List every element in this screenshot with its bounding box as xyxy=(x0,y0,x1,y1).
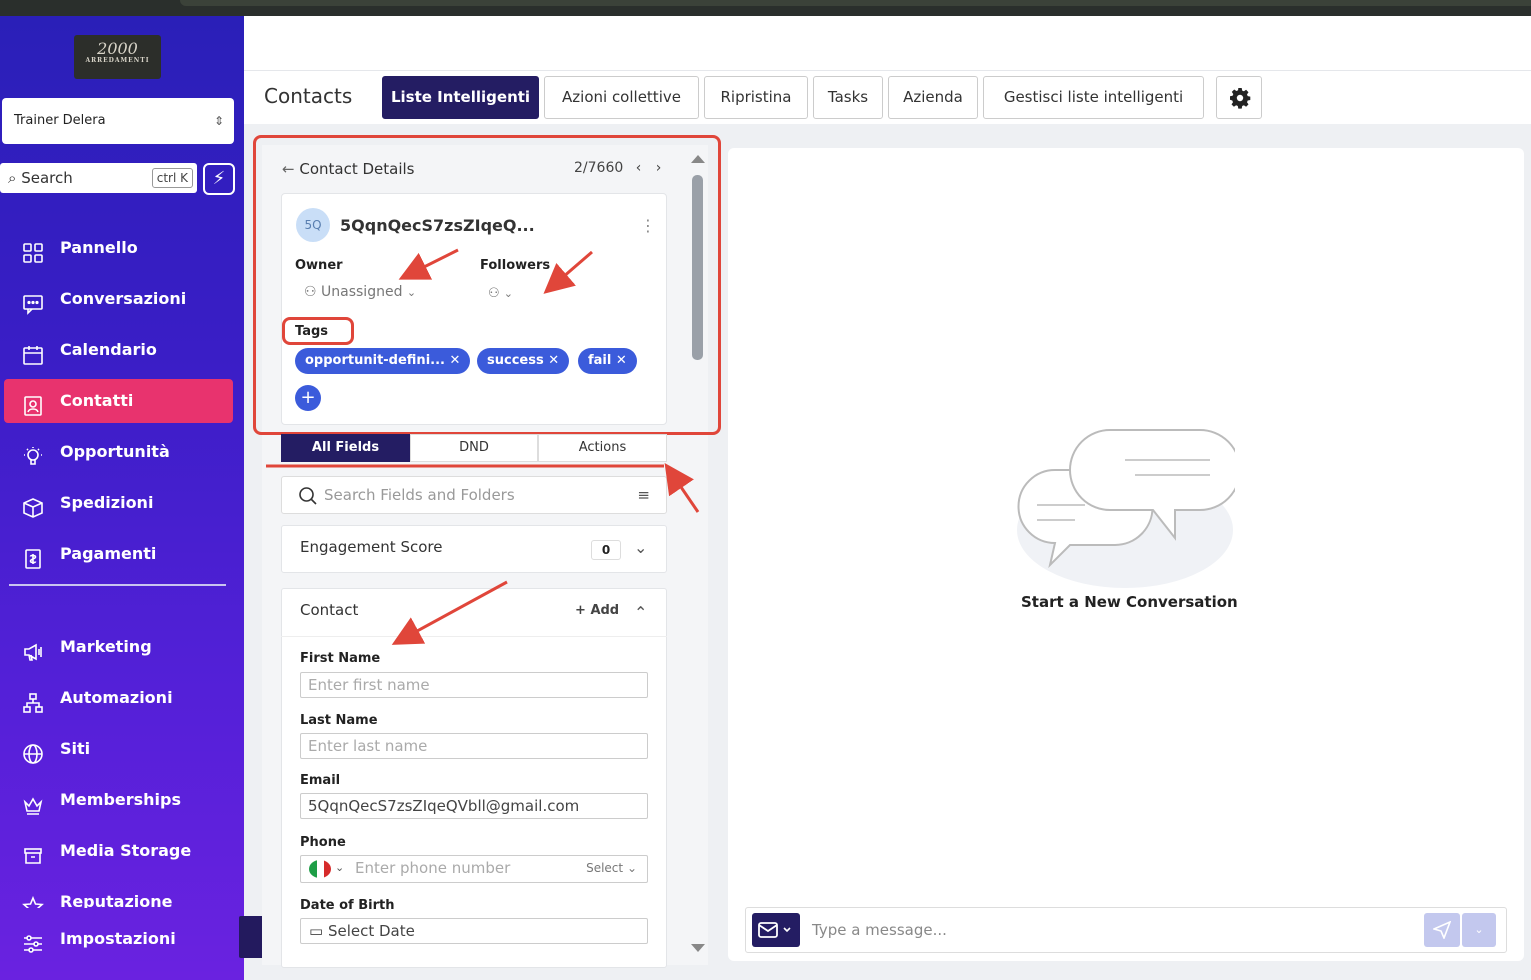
sidebar-item-contatti[interactable]: Contatti xyxy=(4,379,233,423)
sidebar-item-memberships[interactable]: Memberships xyxy=(4,778,233,822)
star-icon xyxy=(22,891,44,908)
sidebar-item-opportunita[interactable]: Opportunità xyxy=(4,430,233,474)
sidebar-item-reputazione[interactable]: Reputazione xyxy=(4,880,233,908)
phone-field[interactable]: ⌄ Enter phone number Select ⌄ xyxy=(300,855,648,883)
add-field-button[interactable]: + Add xyxy=(575,603,619,618)
conversation-illustration-icon xyxy=(1017,429,1235,588)
tab-all-fields[interactable]: All Fields xyxy=(281,434,410,462)
chat-icon xyxy=(22,288,44,315)
send-button[interactable] xyxy=(1424,913,1460,947)
section-divider xyxy=(281,636,667,637)
engagement-score-title: Engagement Score xyxy=(300,538,443,556)
account-name: Trainer Delera xyxy=(14,113,106,128)
send-icon xyxy=(1433,921,1451,939)
italy-flag-icon[interactable] xyxy=(309,860,331,878)
search-input[interactable]: ⌕ Search ctrl K xyxy=(0,163,197,193)
tab-ripristina[interactable]: Ripristina xyxy=(704,76,808,119)
contact-section-title: Contact xyxy=(300,601,359,619)
search-placeholder: Search xyxy=(21,169,73,187)
tab-liste-intelligenti[interactable]: Liste Intelligenti xyxy=(382,76,539,119)
sidebar-item-marketing[interactable]: Marketing xyxy=(4,625,233,669)
quick-action-bolt-icon[interactable]: ⚡ xyxy=(203,163,235,195)
sidebar-item-siti[interactable]: Siti xyxy=(4,727,233,771)
chevron-up-icon[interactable]: ⌃ xyxy=(634,603,647,622)
storage-icon xyxy=(22,840,44,864)
sidebar-item-impostazioni[interactable]: Impostazioni xyxy=(4,917,233,961)
sidebar-item-pagamenti[interactable]: Pagamenti xyxy=(4,532,233,576)
engagement-score-value: 0 xyxy=(591,540,621,560)
message-input[interactable]: Type a message... xyxy=(812,921,947,939)
globe-icon xyxy=(22,738,44,764)
sidebar-item-media-storage[interactable]: Media Storage xyxy=(4,829,233,873)
contact-icon xyxy=(22,390,44,416)
annotation-box xyxy=(282,317,354,345)
email-label: Email xyxy=(300,773,341,788)
opportunity-icon xyxy=(22,441,44,465)
phone-type-select[interactable]: Select ⌄ xyxy=(586,856,637,880)
tab-actions[interactable]: Actions xyxy=(538,434,667,462)
tab-tasks[interactable]: Tasks xyxy=(813,76,883,119)
box-icon xyxy=(22,492,44,518)
megaphone-icon xyxy=(22,636,44,661)
tab-dnd[interactable]: DND xyxy=(410,434,538,462)
scrollbar-thumb[interactable] xyxy=(692,175,703,360)
last-name-field[interactable]: Enter last name xyxy=(300,733,648,759)
sidebar-item-reputazione-clip: Reputazione xyxy=(0,880,244,908)
first-name-field[interactable]: Enter first name xyxy=(300,672,648,698)
chevron-down-icon[interactable]: ⌄ xyxy=(335,856,344,880)
calendar-icon: ▭ xyxy=(309,922,324,940)
tab-azienda[interactable]: Azienda xyxy=(888,76,978,119)
chevron-updown-icon: ⇕ xyxy=(213,114,224,128)
dob-field[interactable]: ▭ Select Date xyxy=(300,918,648,944)
brand-logo[interactable]: 2000 ARREDAMENTI xyxy=(74,35,161,79)
email-icon xyxy=(758,922,791,938)
phone-label: Phone xyxy=(300,835,346,850)
empty-conversation-title: Start a New Conversation xyxy=(1021,593,1238,611)
search-icon xyxy=(299,487,317,505)
channel-select-button[interactable] xyxy=(752,913,800,947)
tab-gestisci-liste[interactable]: Gestisci liste intelligenti xyxy=(983,76,1204,119)
send-options-chevron-down-icon[interactable]: ⌄ xyxy=(1462,913,1496,947)
sidebar-item-conversazioni[interactable]: Conversazioni xyxy=(4,277,233,321)
chevron-down-icon[interactable]: ⌄ xyxy=(634,538,647,557)
calendar-icon xyxy=(22,339,44,365)
sidebar-item-calendario[interactable]: Calendario xyxy=(4,328,233,372)
plus-icon: + xyxy=(575,603,586,618)
tab-azioni-collettive[interactable]: Azioni collettive xyxy=(544,76,699,119)
filter-icon[interactable]: ≡ xyxy=(637,477,650,513)
search-icon: ⌕ xyxy=(8,169,17,187)
contacts-tabs-bar: Contacts Liste Intelligenti Azioni colle… xyxy=(244,70,1531,124)
sidebar-divider xyxy=(9,584,226,586)
page-title: Contacts xyxy=(264,84,353,108)
fields-search-input[interactable]: Search Fields and Folders ≡ xyxy=(281,476,667,514)
settings-icon xyxy=(22,928,44,953)
gear-icon[interactable] xyxy=(1216,76,1262,119)
app-header xyxy=(244,16,1531,70)
last-name-label: Last Name xyxy=(300,713,378,728)
sidebar-item-spedizioni[interactable]: Spedizioni xyxy=(4,481,233,525)
workflow-icon xyxy=(22,687,44,713)
sidebar-item-pannello[interactable]: Pannello xyxy=(4,226,233,270)
payment-icon xyxy=(22,543,44,569)
email-field[interactable]: 5QqnQecS7zsZIqeQVbll@gmail.com xyxy=(300,793,648,819)
account-switcher[interactable]: Trainer Delera ⇕ xyxy=(2,98,234,144)
window-top-strip xyxy=(0,0,1531,16)
dob-label: Date of Birth xyxy=(300,898,395,913)
shortcut-hint: ctrl K xyxy=(151,168,193,188)
crown-icon xyxy=(22,789,44,815)
grid-icon xyxy=(22,237,44,263)
sidebar-item-automazioni[interactable]: Automazioni xyxy=(4,676,233,720)
annotation-box xyxy=(253,135,721,435)
first-name-label: First Name xyxy=(300,651,381,666)
